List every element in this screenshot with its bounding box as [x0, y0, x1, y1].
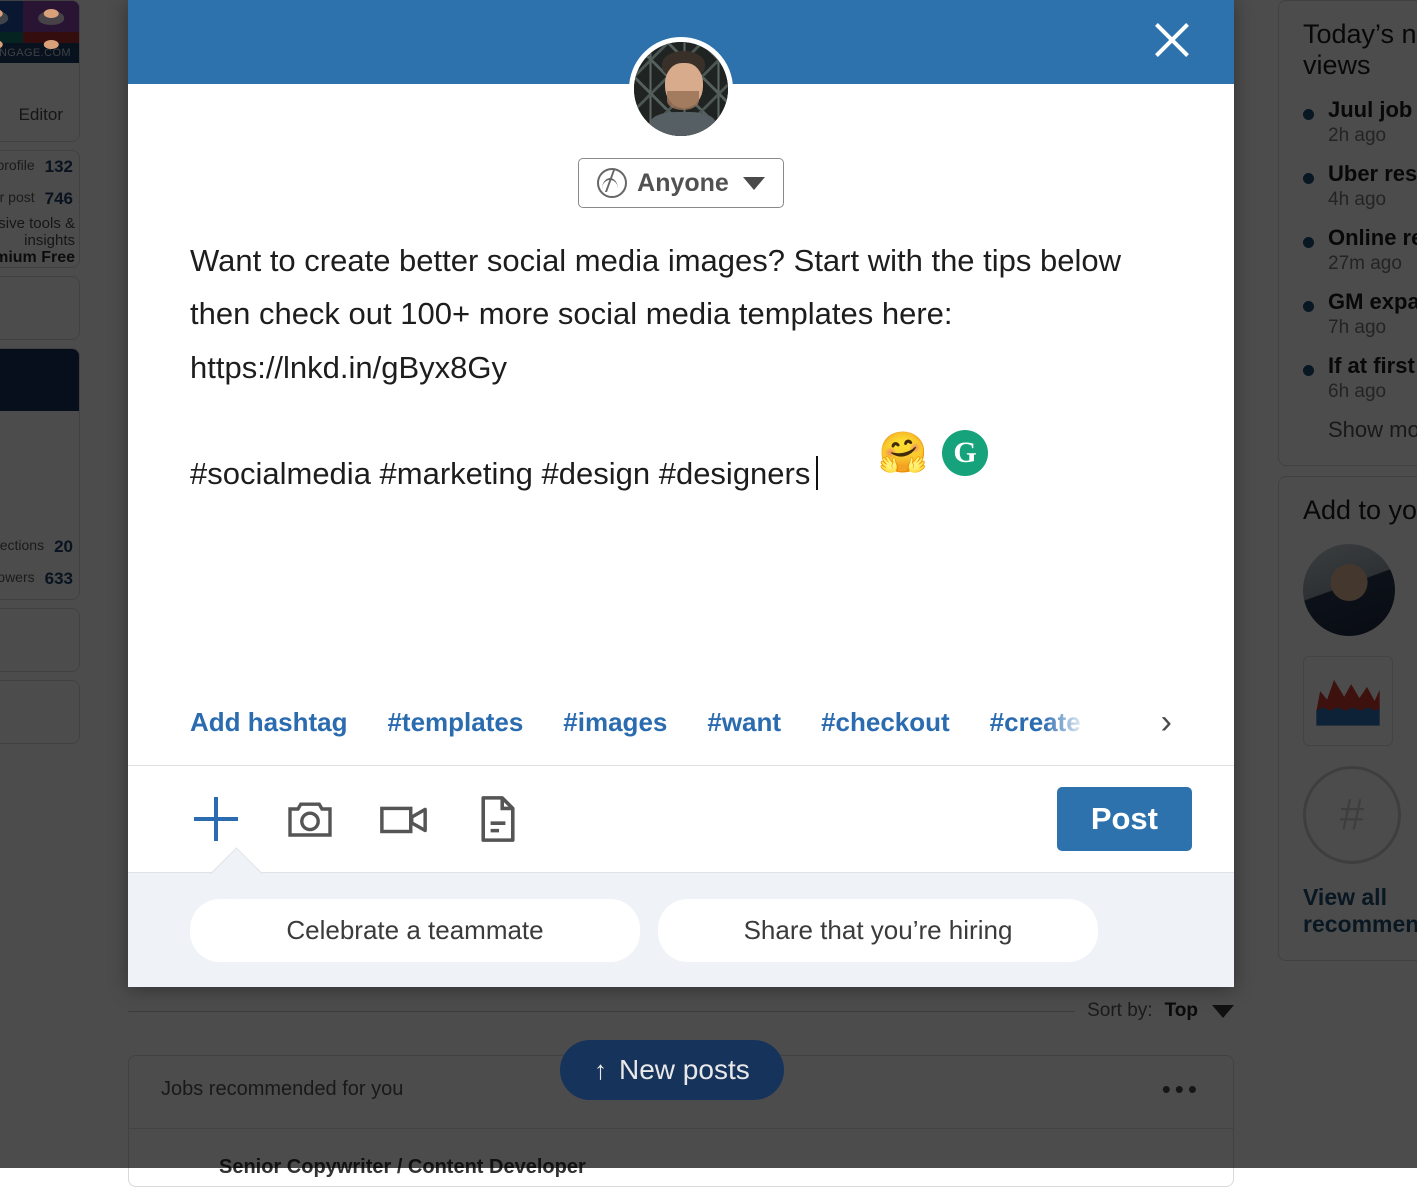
hashtag-suggestion[interactable]: #images [563, 707, 667, 738]
hashtag-suggestion[interactable]: #checkout [821, 707, 950, 738]
hashtag-suggestion[interactable]: #templates [387, 707, 523, 738]
globe-icon [597, 168, 628, 198]
avatar-body [650, 111, 715, 136]
suggestion-chip-celebrate[interactable]: Celebrate a teammate [190, 898, 640, 962]
avatar-beard [666, 90, 699, 110]
video-icon[interactable] [378, 793, 430, 845]
camera-icon[interactable] [284, 793, 336, 845]
suggestion-chip-hiring[interactable]: Share that you’re hiring [658, 898, 1098, 962]
post-button[interactable]: Post [1056, 787, 1192, 851]
avatar[interactable] [629, 37, 733, 141]
post-text-input[interactable]: Want to create better social media image… [190, 234, 1172, 501]
new-posts-button[interactable]: ↑ New posts [560, 1040, 784, 1100]
hashtag-suggestion[interactable]: #want [707, 707, 781, 738]
composer-toolbar: Post [128, 765, 1234, 872]
chevron-right-icon[interactable]: › [1161, 703, 1172, 742]
emoji-picker-icon[interactable]: 🤗 [878, 430, 928, 476]
audience-selector-button[interactable]: Anyone [578, 158, 784, 208]
plus-icon[interactable] [190, 793, 242, 845]
chevron-down-icon [742, 176, 765, 190]
add-hashtag-button[interactable]: Add hashtag [190, 707, 347, 738]
hashtag-suggestion[interactable]: #create [990, 707, 1081, 738]
post-editor-area[interactable]: Want to create better social media image… [128, 208, 1234, 679]
text-cursor [816, 456, 819, 491]
audience-label: Anyone [637, 168, 729, 197]
modal-body: Anyone Want to create better social medi… [128, 84, 1234, 987]
grammarly-icon[interactable]: G [942, 430, 988, 476]
new-posts-label: New posts [619, 1054, 750, 1085]
document-icon[interactable] [472, 793, 524, 845]
share-post-modal: Anyone Want to create better social medi… [128, 0, 1234, 987]
editor-assist-icons: 🤗 G [878, 430, 988, 476]
arrow-up-icon: ↑ [594, 1054, 607, 1085]
suggestion-chips-panel: Celebrate a teammate Share that you’re h… [128, 847, 1234, 987]
hashtag-suggestions-row: Add hashtag #templates #images #want #ch… [128, 679, 1234, 765]
close-icon[interactable] [1146, 14, 1198, 66]
